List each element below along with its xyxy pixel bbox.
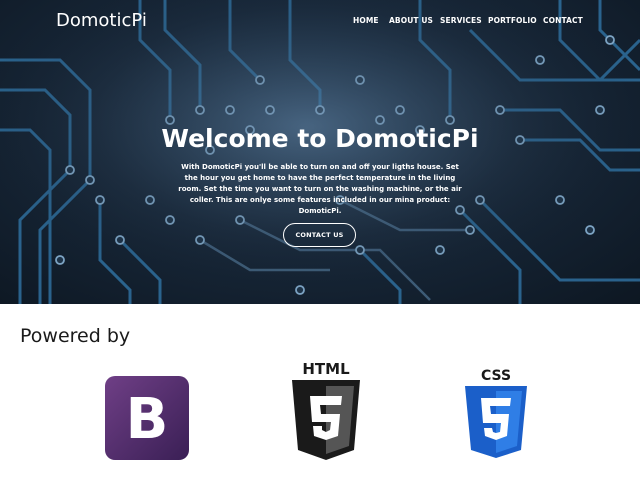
powered-by-label: Powered by	[20, 325, 131, 347]
html5-caption: HTML	[302, 360, 350, 378]
bootstrap-logo-icon: B	[105, 376, 189, 460]
nav-portfolio[interactable]: PORTFOLIO	[488, 16, 537, 25]
nav-contact[interactable]: CONTACT	[543, 16, 583, 25]
bootstrap-letter: B	[126, 387, 169, 452]
css3-logo-icon: CSS	[465, 368, 527, 458]
contact-us-button[interactable]: CONTACT US	[283, 223, 356, 247]
brand-logo[interactable]: DomoticPi	[56, 10, 147, 31]
hero-description: With DomoticPi you'll be able to turn on…	[178, 163, 462, 215]
nav-about-us[interactable]: ABOUT US	[389, 16, 433, 25]
hero-title: Welcome to DomoticPi	[161, 124, 479, 153]
nav-home[interactable]: HOME	[353, 16, 379, 25]
css3-caption: CSS	[481, 368, 511, 384]
hero-section: DomoticPi HOME ABOUT US SERVICES PORTFOL…	[0, 0, 640, 304]
nav-services[interactable]: SERVICES	[440, 16, 482, 25]
html5-logo-icon: HTML	[292, 360, 360, 460]
